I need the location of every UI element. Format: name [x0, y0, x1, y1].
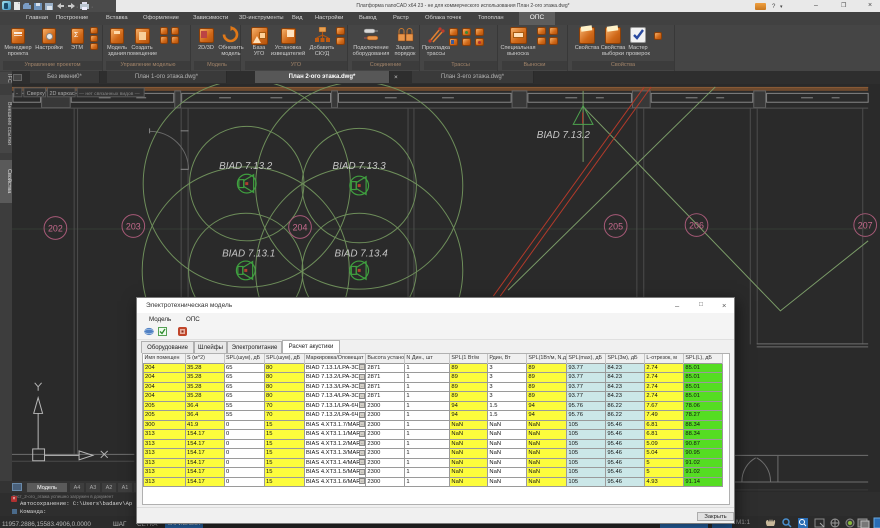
svg-text:BIAD 7.13.2: BIAD 7.13.2	[219, 161, 273, 172]
svg-text:·: ·	[91, 4, 93, 11]
svg-text:2D каркас: 2D каркас	[49, 91, 74, 97]
svg-text:205: 205	[608, 221, 623, 231]
svg-text:-: -	[16, 91, 18, 97]
svg-text:BIAD 7.13.1: BIAD 7.13.1	[222, 249, 275, 260]
svg-text:204: 204	[293, 222, 308, 232]
svg-text:BIAD 7.13.3: BIAD 7.13.3	[333, 161, 387, 172]
svg-text:206: 206	[689, 220, 704, 230]
svg-text:— нет связанных видов —: — нет связанных видов —	[79, 92, 140, 97]
svg-text:·: ·	[65, 4, 67, 11]
svg-text:203: 203	[126, 221, 141, 231]
svg-text:Сверху: Сверху	[27, 91, 45, 97]
svg-text:207: 207	[858, 220, 873, 230]
svg-text:BIAD 7.13.4: BIAD 7.13.4	[335, 249, 389, 260]
svg-text:BIAD 7.13.2: BIAD 7.13.2	[537, 130, 591, 141]
svg-text:202: 202	[48, 223, 63, 233]
svg-text:·: ·	[76, 4, 78, 11]
